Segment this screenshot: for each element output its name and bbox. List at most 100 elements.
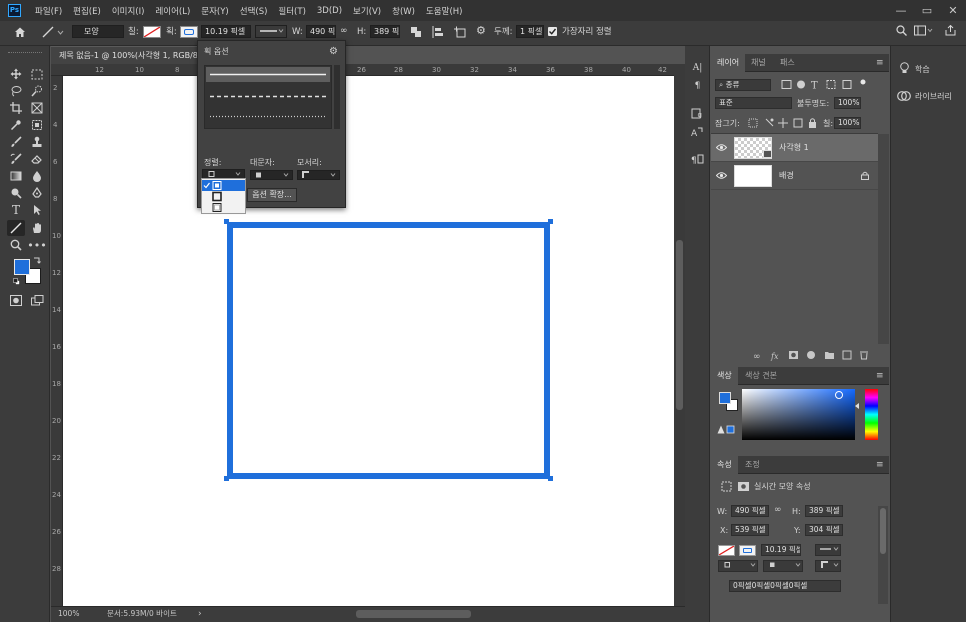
vertical-ruler[interactable]: 2 4 6 8 10 12 14 16 18 20 22 24 26 28: [51, 76, 63, 606]
align-select[interactable]: [718, 560, 758, 572]
learn-item[interactable]: 학습: [915, 64, 930, 75]
zoom-tool-icon[interactable]: [7, 237, 25, 253]
toolbar-grip[interactable]: [8, 52, 42, 55]
chevron-right-icon[interactable]: ›: [198, 607, 202, 621]
brush-tool-icon[interactable]: [7, 134, 25, 150]
properties-scrollbar[interactable]: [878, 506, 888, 604]
eyedropper-tool-icon[interactable]: [7, 117, 25, 133]
link-icon[interactable]: ∞: [340, 25, 348, 37]
shape-anchor-point[interactable]: [224, 219, 229, 224]
character-styles-icon[interactable]: A: [690, 125, 705, 139]
tool-mode-select[interactable]: 모양: [72, 25, 124, 38]
line-tool-button[interactable]: [7, 220, 25, 236]
horizontal-ruler[interactable]: 12 10 8 26 28 30 32 34 36 38 40 42: [51, 64, 674, 76]
tab-properties[interactable]: 속성: [711, 456, 738, 474]
stroke-style-dotted[interactable]: [206, 109, 330, 124]
fill-swatch[interactable]: [143, 26, 161, 38]
path-selection-tool-icon[interactable]: [28, 202, 46, 218]
corners-select[interactable]: [297, 170, 340, 180]
layer-filter-select[interactable]: ⌕ 종류: [715, 79, 771, 91]
search-icon[interactable]: [896, 25, 907, 36]
home-icon[interactable]: [14, 26, 26, 38]
hand-tool-icon[interactable]: [28, 220, 46, 236]
stroke-style-dashed[interactable]: [206, 89, 330, 104]
menu-window[interactable]: 창(W): [392, 5, 415, 17]
character-panel-icon[interactable]: A|: [690, 61, 705, 75]
quick-selection-tool-icon[interactable]: [28, 83, 46, 99]
more-options-button[interactable]: 옵션 확장...: [247, 188, 297, 202]
vertical-scroll-thumb[interactable]: [676, 240, 683, 410]
tab-layers[interactable]: 레이어: [711, 54, 746, 72]
link-icon[interactable]: ∞: [774, 505, 782, 515]
path-arrangement-icon[interactable]: [454, 26, 466, 38]
caps-select[interactable]: [763, 560, 803, 572]
default-colors-icon[interactable]: [13, 278, 20, 285]
stroke-swatch[interactable]: [739, 545, 756, 556]
height-field[interactable]: 389 픽셀: [370, 25, 400, 38]
width-field[interactable]: 490 픽셀: [731, 505, 769, 517]
caps-select[interactable]: [250, 170, 293, 180]
stamp-tool-icon[interactable]: [28, 134, 46, 150]
menu-layer[interactable]: 레이어(L): [155, 5, 190, 17]
layer-name[interactable]: 배경: [779, 170, 794, 181]
layer-name[interactable]: 사각형 1: [779, 142, 809, 153]
visibility-eye-icon[interactable]: [716, 143, 727, 152]
shape-anchor-point[interactable]: [224, 476, 229, 481]
corner-radius-field[interactable]: 0픽셀0픽셀0픽셀0픽셀: [729, 580, 841, 592]
rectangle-shape[interactable]: [227, 222, 550, 479]
path-alignment-icon[interactable]: [432, 26, 444, 38]
tab-color[interactable]: 색상: [711, 367, 738, 385]
blur-tool-icon[interactable]: [28, 168, 46, 184]
blend-mode-select[interactable]: 표준: [715, 97, 792, 109]
menu-type[interactable]: 문자(Y): [201, 5, 228, 17]
paragraph-styles-icon[interactable]: ¶: [690, 152, 705, 166]
frame-tool-icon[interactable]: [28, 100, 46, 116]
stroke-width-field[interactable]: 10.19 픽셀: [201, 25, 251, 38]
menu-help[interactable]: 도움말(H): [426, 5, 462, 17]
width-field[interactable]: 490 픽셀: [306, 25, 336, 38]
crop-tool-icon[interactable]: [7, 100, 25, 116]
panel-menu-icon[interactable]: ≡: [876, 371, 884, 381]
corners-select[interactable]: [815, 560, 841, 572]
paragraph-panel-icon[interactable]: ¶: [690, 79, 705, 93]
libraries-item[interactable]: 라이브러리: [915, 91, 952, 102]
document-tab[interactable]: 제목 없음-1 @ 100%(사각형 1, RGB/8: [51, 46, 201, 64]
gradient-tool-icon[interactable]: [7, 168, 25, 184]
history-brush-tool-icon[interactable]: [7, 151, 25, 167]
stroke-style-solid[interactable]: [206, 67, 330, 82]
move-tool-icon[interactable]: [7, 66, 25, 82]
zoom-level[interactable]: 100%: [58, 607, 79, 621]
x-field[interactable]: 539 픽셀: [731, 524, 769, 536]
gear-icon[interactable]: ⚙: [329, 47, 339, 57]
visibility-eye-icon[interactable]: [716, 171, 727, 180]
close-button[interactable]: ✕: [940, 0, 966, 21]
menu-select[interactable]: 선택(S): [240, 5, 268, 17]
menu-image[interactable]: 이미지(I): [112, 5, 145, 17]
panel-menu-icon[interactable]: ≡: [876, 460, 884, 470]
height-field[interactable]: 389 픽셀: [805, 505, 843, 517]
menu-edit[interactable]: 편집(E): [73, 5, 101, 17]
foreground-color-swatch[interactable]: [14, 259, 30, 275]
share-icon[interactable]: [945, 25, 956, 36]
horizontal-scroll-thumb[interactable]: [356, 610, 471, 618]
menu-3d[interactable]: 3D(D): [317, 6, 342, 16]
frame-select-tool-icon[interactable]: [28, 117, 46, 133]
opacity-field[interactable]: 100%: [834, 97, 861, 109]
out-of-gamut-warning-icon[interactable]: [717, 425, 735, 434]
stroke-type-select[interactable]: [815, 544, 841, 556]
screen-mode-icon[interactable]: [28, 292, 46, 308]
menu-view[interactable]: 보기(V): [353, 5, 381, 17]
tab-swatches[interactable]: 색상 견본: [739, 367, 783, 385]
stroke-width-field[interactable]: 10.19 픽셀: [761, 544, 801, 556]
line-tool-icon[interactable]: [42, 26, 64, 38]
lock-icons[interactable]: [747, 117, 822, 129]
layer-row-background[interactable]: 배경: [711, 162, 878, 190]
tab-channels[interactable]: 채널: [745, 54, 772, 72]
dodge-tool-icon[interactable]: [7, 185, 25, 201]
tab-adjustments[interactable]: 조정: [739, 456, 766, 474]
marquee-tool-icon[interactable]: [28, 66, 46, 82]
more-tools-icon[interactable]: •••: [27, 237, 46, 253]
eraser-tool-icon[interactable]: [28, 151, 46, 167]
glyphs-panel-icon[interactable]: g: [690, 106, 705, 120]
swap-colors-icon[interactable]: [33, 256, 41, 264]
